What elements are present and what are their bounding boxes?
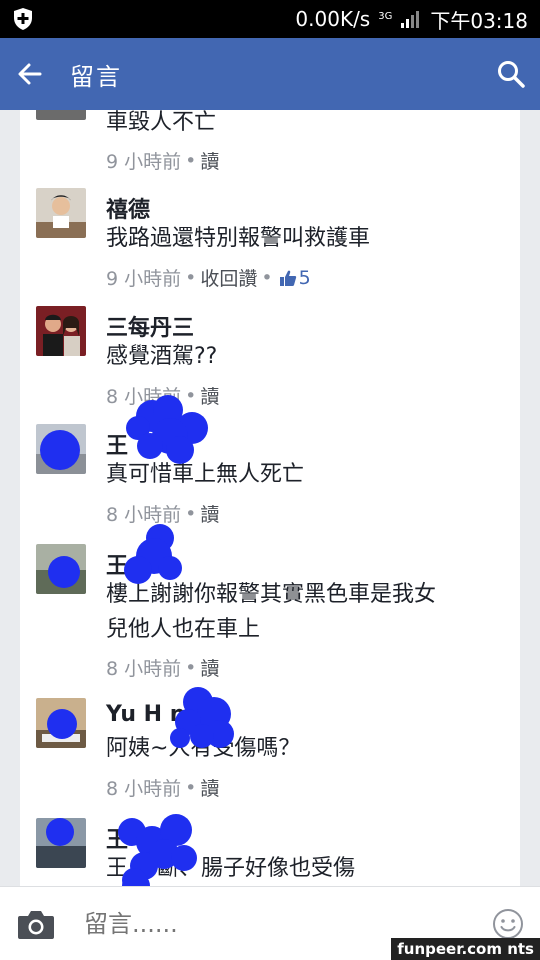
like-link[interactable]: 讀 xyxy=(200,500,219,527)
like-link[interactable]: 讀 xyxy=(200,654,219,681)
commenter-name[interactable]: 王 xyxy=(106,822,128,854)
comment-meta: 8 小時前 • 讀 xyxy=(106,654,219,681)
meta-separator: • xyxy=(185,149,197,172)
smile-icon[interactable] xyxy=(492,908,524,940)
comment-text: 車毀人不亡 xyxy=(106,110,217,135)
comment-time: 8 小時前 xyxy=(106,778,182,800)
meta-separator: • xyxy=(185,776,197,799)
shield-icon xyxy=(14,8,32,30)
network-type: 3G xyxy=(378,10,393,22)
network-speed: 0.00K/s xyxy=(295,7,371,31)
comment-meta: 8 小時前 • 讀 xyxy=(106,774,219,801)
like-link[interactable]: 讀 xyxy=(200,382,219,409)
thumbs-up-icon xyxy=(279,270,296,286)
comment-meta: 9 小時前 • 讀 xyxy=(106,147,219,174)
avatar[interactable] xyxy=(36,698,86,748)
avatar[interactable] xyxy=(36,110,86,120)
watermark: funpeer.com nts xyxy=(391,938,540,960)
meta-separator: • xyxy=(185,384,197,407)
comment-text: 真可惜車上無人死亡 xyxy=(106,462,305,487)
status-bar: 0.00K/s 3G 下午03:18 xyxy=(0,0,540,38)
comment-time: 9 小時前 xyxy=(106,151,182,173)
signal-icon xyxy=(401,11,420,28)
comment-time: 9 小時前 xyxy=(106,268,182,290)
avatar[interactable] xyxy=(36,424,86,474)
comment-text-line-1: 樓上謝謝你報警其實黑色車是我女 xyxy=(106,582,437,607)
comment-input[interactable] xyxy=(82,908,492,939)
comment-text: 王 腳斷、腸子好像也受傷 xyxy=(106,856,355,881)
avatar[interactable] xyxy=(36,188,86,238)
comment-time: 8 小時前 xyxy=(106,658,182,680)
meta-separator: • xyxy=(261,266,273,289)
meta-separator: • xyxy=(185,502,197,525)
meta-separator: • xyxy=(185,656,197,679)
camera-icon[interactable] xyxy=(16,907,56,941)
clock: 下午03:18 xyxy=(430,8,528,33)
like-link[interactable]: 讀 xyxy=(200,147,219,174)
like-count: 5 xyxy=(298,266,311,289)
comment-meta: 8 小時前 • 讀 xyxy=(106,500,219,527)
comment-feed[interactable]: 車毀人不亡 9 小時前 • 讀 禧德 我路過還特別報警叫救護車 9 小時前 • … xyxy=(0,110,540,886)
app-bar: 留言 xyxy=(0,38,540,110)
page-title: 留言 xyxy=(70,62,122,91)
comment-card: 車毀人不亡 9 小時前 • 讀 禧德 我路過還特別報警叫救護車 9 小時前 • … xyxy=(20,110,520,886)
comment-text-line-2: 兒他人也在車上 xyxy=(106,617,261,642)
comment-meta: 8 小時前 • 讀 xyxy=(106,382,219,409)
comment-meta: 9 小時前 • 收回讚 • 5 xyxy=(106,264,311,291)
commenter-name[interactable]: 禧德 xyxy=(106,192,150,224)
avatar[interactable] xyxy=(36,544,86,594)
back-arrow-icon[interactable] xyxy=(14,59,44,89)
comment-time: 8 小時前 xyxy=(106,386,182,408)
commenter-name[interactable]: Yu H n Li xyxy=(106,702,215,727)
comment-time: 8 小時前 xyxy=(106,504,182,526)
comment-text: 阿姨~人有受傷嗎？ xyxy=(106,736,301,761)
commenter-name[interactable]: 王 xyxy=(106,428,128,460)
avatar[interactable] xyxy=(36,306,86,356)
comment-text: 感覺酒駕?? xyxy=(106,344,218,369)
commenter-name[interactable]: 王 xyxy=(106,548,128,580)
comment-text: 我路過還特別報警叫救護車 xyxy=(106,226,371,251)
like-link[interactable]: 讀 xyxy=(200,774,219,801)
meta-separator: • xyxy=(185,266,197,289)
search-icon[interactable] xyxy=(496,59,526,89)
commenter-name[interactable]: 三每丹三 xyxy=(106,310,194,342)
unlike-link[interactable]: 收回讚 xyxy=(200,264,257,291)
avatar[interactable] xyxy=(36,818,86,868)
